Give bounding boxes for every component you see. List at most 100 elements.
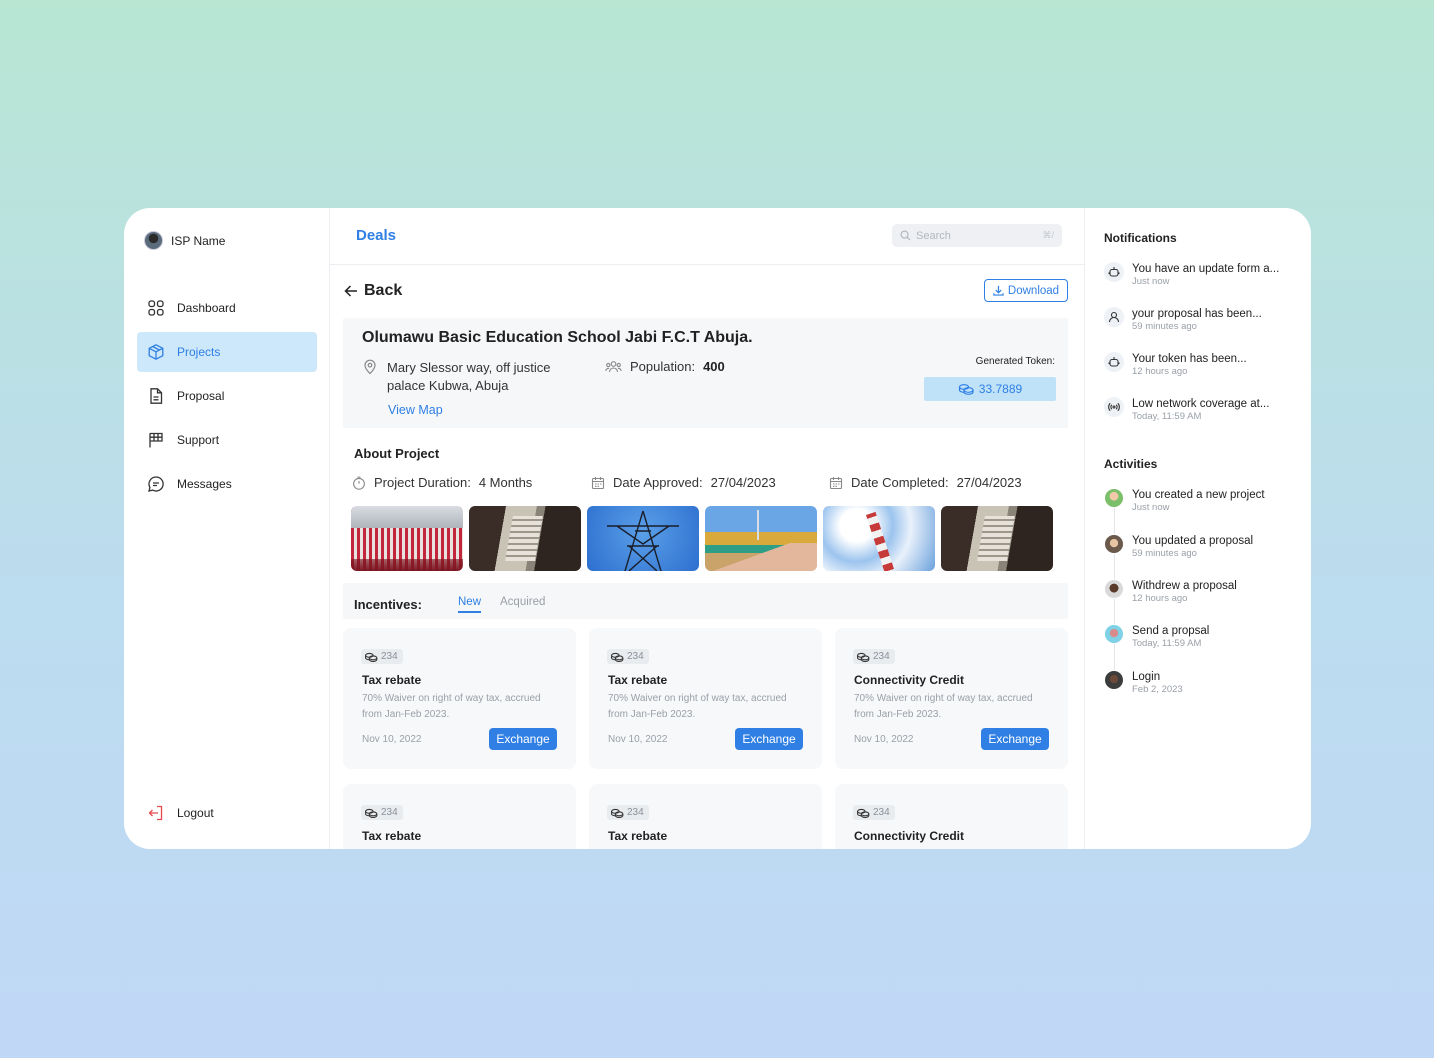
gallery-image-server-rack[interactable] [469, 506, 581, 571]
sidebar-item-messages[interactable]: Messages [137, 464, 317, 504]
flag-icon [149, 432, 163, 448]
coins-icon [611, 652, 624, 662]
activity-text: Send a propsal [1132, 625, 1210, 637]
avatar [1104, 579, 1124, 599]
gallery-image-server-rack[interactable] [941, 506, 1053, 571]
population-label: Population: [630, 359, 696, 374]
incentive-card: 234 Connectivity Credit 70% Waiver on ri… [835, 628, 1068, 769]
project-gallery [351, 506, 1053, 571]
download-icon [993, 285, 1004, 296]
project-address: Mary Slessor way, off justice palace Kub… [362, 359, 551, 395]
main-content: Deals Search ⌘/ Back Download Olumawu Ba… [330, 208, 1085, 849]
sidebar-item-proposal[interactable]: Proposal [137, 376, 317, 416]
token-amount: 234 [607, 649, 649, 664]
activity-item[interactable]: Login Feb 2, 2023 [1104, 670, 1294, 696]
avatar [1104, 624, 1124, 644]
token-amount: 234 [853, 649, 895, 664]
token-amount: 234 [607, 805, 649, 820]
address-line-1: Mary Slessor way, off justice [387, 360, 551, 375]
token-amount-value: 234 [381, 807, 398, 818]
activity-text: Withdrew a proposal [1132, 580, 1237, 592]
sidebar-item-projects[interactable]: Projects [137, 332, 317, 372]
location-pin-icon [364, 359, 376, 375]
user-icon [1104, 307, 1124, 327]
search-icon [900, 230, 911, 241]
notification-time: 12 hours ago [1132, 366, 1188, 377]
activity-item[interactable]: You created a new project Just now [1104, 488, 1294, 514]
app-window: ISP Name Dashboard Projects Proposal Sup… [124, 208, 1311, 849]
signal-icon [1104, 397, 1124, 417]
top-bar: Deals Search ⌘/ [330, 208, 1084, 265]
sidebar-item-label: Support [177, 433, 220, 447]
population: Population: 400 [605, 359, 725, 374]
notification-item[interactable]: You have an update form a... Just now [1104, 262, 1294, 288]
activity-text: Login [1132, 671, 1161, 683]
exchange-button[interactable]: Exchange [735, 728, 803, 750]
activity-time: Feb 2, 2023 [1132, 684, 1183, 695]
notification-item[interactable]: Your token has been... 12 hours ago [1104, 352, 1294, 378]
card-date: Nov 10, 2022 [608, 734, 668, 745]
exchange-button[interactable]: Exchange [489, 728, 557, 750]
notification-time: 59 minutes ago [1132, 321, 1197, 332]
about-project-title: About Project [354, 446, 440, 461]
gallery-image-building[interactable] [705, 506, 817, 571]
tab-new[interactable]: New [458, 596, 482, 613]
card-date: Nov 10, 2022 [854, 734, 914, 745]
activity-time: Just now [1132, 502, 1170, 513]
logout-button[interactable]: Logout [147, 804, 214, 822]
duration-label: Project Duration: [374, 475, 471, 490]
generated-token-value: 33.7889 [978, 382, 1023, 396]
activity-item[interactable]: You updated a proposal 59 minutes ago [1104, 534, 1294, 560]
project-name: Olumawu Basic Education School Jabi F.C.… [362, 329, 753, 346]
notification-item[interactable]: your proposal has been... 59 minutes ago [1104, 307, 1294, 333]
logout-icon [148, 805, 163, 821]
avatar [1104, 670, 1124, 690]
card-title: Connectivity Credit [854, 673, 965, 687]
activity-text: You created a new project [1132, 489, 1265, 501]
sidebar-item-support[interactable]: Support [137, 420, 317, 460]
card-title: Tax rebate [362, 829, 422, 843]
incentives-bar: Incentives: New Acquired [343, 583, 1068, 619]
download-label: Download [1007, 284, 1060, 297]
calendar-icon [829, 476, 843, 489]
sidebar-item-label: Messages [177, 477, 232, 491]
back-button[interactable]: Back [344, 282, 402, 300]
view-map-link[interactable]: View Map [388, 403, 443, 417]
project-duration: Project Duration: 4 Months [352, 475, 532, 490]
tab-acquired[interactable]: Acquired [500, 596, 545, 608]
approved-label: Date Approved: [613, 475, 703, 490]
token-amount-value: 234 [627, 807, 644, 818]
sidebar-item-dashboard[interactable]: Dashboard [137, 288, 317, 328]
profile[interactable]: ISP Name [144, 231, 225, 250]
incentives-label: Incentives: [354, 597, 422, 612]
gallery-image-network-cables[interactable] [351, 506, 463, 571]
stopwatch-icon [353, 476, 365, 490]
search-shortcut: ⌘/ [1042, 230, 1054, 240]
calendar-icon [591, 476, 605, 489]
card-title: Tax rebate [362, 673, 422, 687]
activity-item[interactable]: Send a propsal Today, 11:59 AM [1104, 624, 1294, 650]
token-amount: 234 [853, 805, 895, 820]
sidebar-nav: Dashboard Projects Proposal Support Mess… [137, 288, 317, 508]
robot-icon [1104, 352, 1124, 372]
activity-item[interactable]: Withdrew a proposal 12 hours ago [1104, 579, 1294, 605]
incentive-card: 234 Tax rebate [589, 784, 822, 849]
download-button[interactable]: Download [984, 279, 1068, 302]
coins-icon [857, 652, 870, 662]
notifications-title: Notifications [1104, 231, 1177, 245]
gallery-image-transmission-tower[interactable] [587, 506, 699, 571]
exchange-button[interactable]: Exchange [981, 728, 1049, 750]
gallery-image-cell-tower[interactable] [823, 506, 935, 571]
arrow-left-icon [344, 285, 357, 297]
card-title: Connectivity Credit [854, 829, 965, 843]
activity-time: Today, 11:59 AM [1132, 638, 1202, 649]
search-input[interactable]: Search ⌘/ [892, 224, 1062, 247]
coins-icon [958, 384, 974, 395]
date-approved: Date Approved: 27/04/2023 [591, 475, 776, 490]
robot-icon [1104, 262, 1124, 282]
completed-value: 27/04/2023 [956, 475, 1022, 490]
coins-icon [611, 808, 624, 818]
token-amount-value: 234 [627, 651, 644, 662]
avatar [1104, 488, 1124, 508]
notification-item[interactable]: Low network coverage at... Today, 11:59 A… [1104, 397, 1294, 423]
